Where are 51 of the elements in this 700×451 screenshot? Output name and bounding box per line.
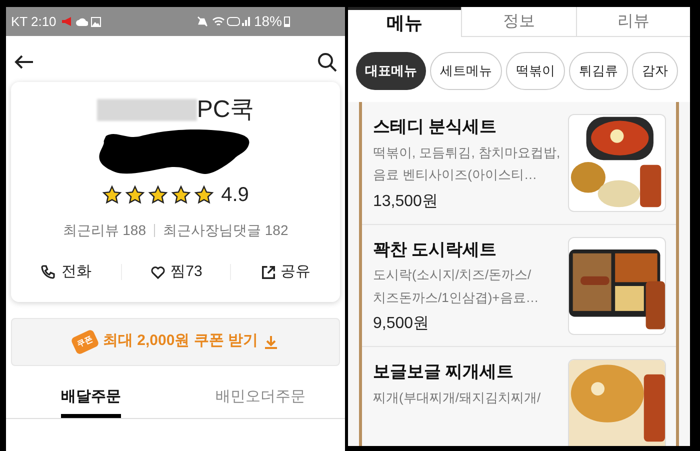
star-icon [171, 185, 192, 205]
action-button[interactable]: 찜73 [150, 261, 202, 284]
action-button[interactable]: 전화 [40, 261, 92, 284]
menu-description: 떡볶이, 모듬튀김, 참치마요컵밥, [373, 144, 562, 162]
download-icon [264, 334, 278, 348]
star-icon [102, 185, 122, 205]
cloud-icon [76, 18, 88, 26]
category-chip[interactable]: 대표메뉴 [356, 52, 426, 90]
order-tab[interactable]: 배달주문 [60, 386, 121, 418]
wifi-icon [212, 16, 225, 27]
star-icon [125, 185, 146, 205]
hd-icon [226, 17, 240, 26]
phone-icon [40, 264, 56, 280]
signal-icon [242, 16, 251, 26]
menu-description: 음료 벤티사이즈(아이스티… [373, 166, 538, 184]
rating-value: 4.9 [221, 183, 249, 208]
share-icon [260, 264, 276, 280]
mute-icon [196, 16, 208, 27]
category-chip[interactable]: 떡볶이 [506, 52, 565, 90]
menu-name: 꽉찬 도시락세트 [373, 238, 498, 260]
store-name: PC쿡 [196, 95, 254, 125]
menu-item[interactable]: 꽉찬 도시락세트 도시락(소시지/치즈/돈까스/ 치즈돈까스/1인삼겹)+음료… 9,500원 [362, 224, 676, 347]
menu-tab[interactable]: 리뷰 [576, 7, 690, 37]
menu-tab[interactable]: 정보 [461, 7, 576, 37]
megaphone-icon [61, 16, 74, 27]
owner-reply-count: 최근사장님댓글 182 [163, 221, 288, 240]
battery-percent: 18% [254, 12, 282, 31]
menu-description: 찌개(부대찌개/돼지김치찌개/ [373, 388, 542, 407]
category-chip[interactable]: 튀김류 [569, 52, 628, 90]
battery-icon [284, 16, 290, 27]
category-chip[interactable]: 세트메뉴 [430, 52, 502, 90]
back-arrow-icon[interactable] [14, 54, 34, 70]
heart-icon [150, 264, 166, 280]
category-chip[interactable]: 감자 [632, 52, 678, 90]
search-icon[interactable] [317, 52, 337, 72]
menu-description: 도시락(소시지/치즈/돈까스/ [373, 266, 532, 284]
action-button[interactable]: 공유 [260, 261, 311, 284]
menu-item[interactable]: 보글보글 찌개세트 찌개(부대찌개/돼지김치찌개/ [362, 347, 676, 446]
menu-item[interactable]: 스테디 분식세트 떡볶이, 모듬튀김, 참치마요컵밥, 음료 벤티사이즈(아이스티… 13,500원 [362, 102, 676, 224]
coupon-ticket-icon: 쿠폰 [70, 328, 100, 355]
review-count: 최근리뷰 188 [62, 221, 146, 240]
menu-name: 스테디 분식세트 [373, 116, 498, 138]
image-icon [91, 16, 102, 26]
star-icon [194, 185, 214, 205]
order-tab[interactable]: 배민오더주문 [215, 386, 306, 418]
menu-price: 13,500원 [373, 192, 439, 212]
menu-name: 보글보글 찌개세트 [373, 361, 515, 383]
menu-description: 치즈돈까스/1인삼겹)+음료… [373, 288, 540, 307]
menu-price: 9,500원 [373, 314, 430, 334]
star-icon [148, 185, 168, 205]
carrier-time: KT 2:10 [11, 12, 56, 31]
